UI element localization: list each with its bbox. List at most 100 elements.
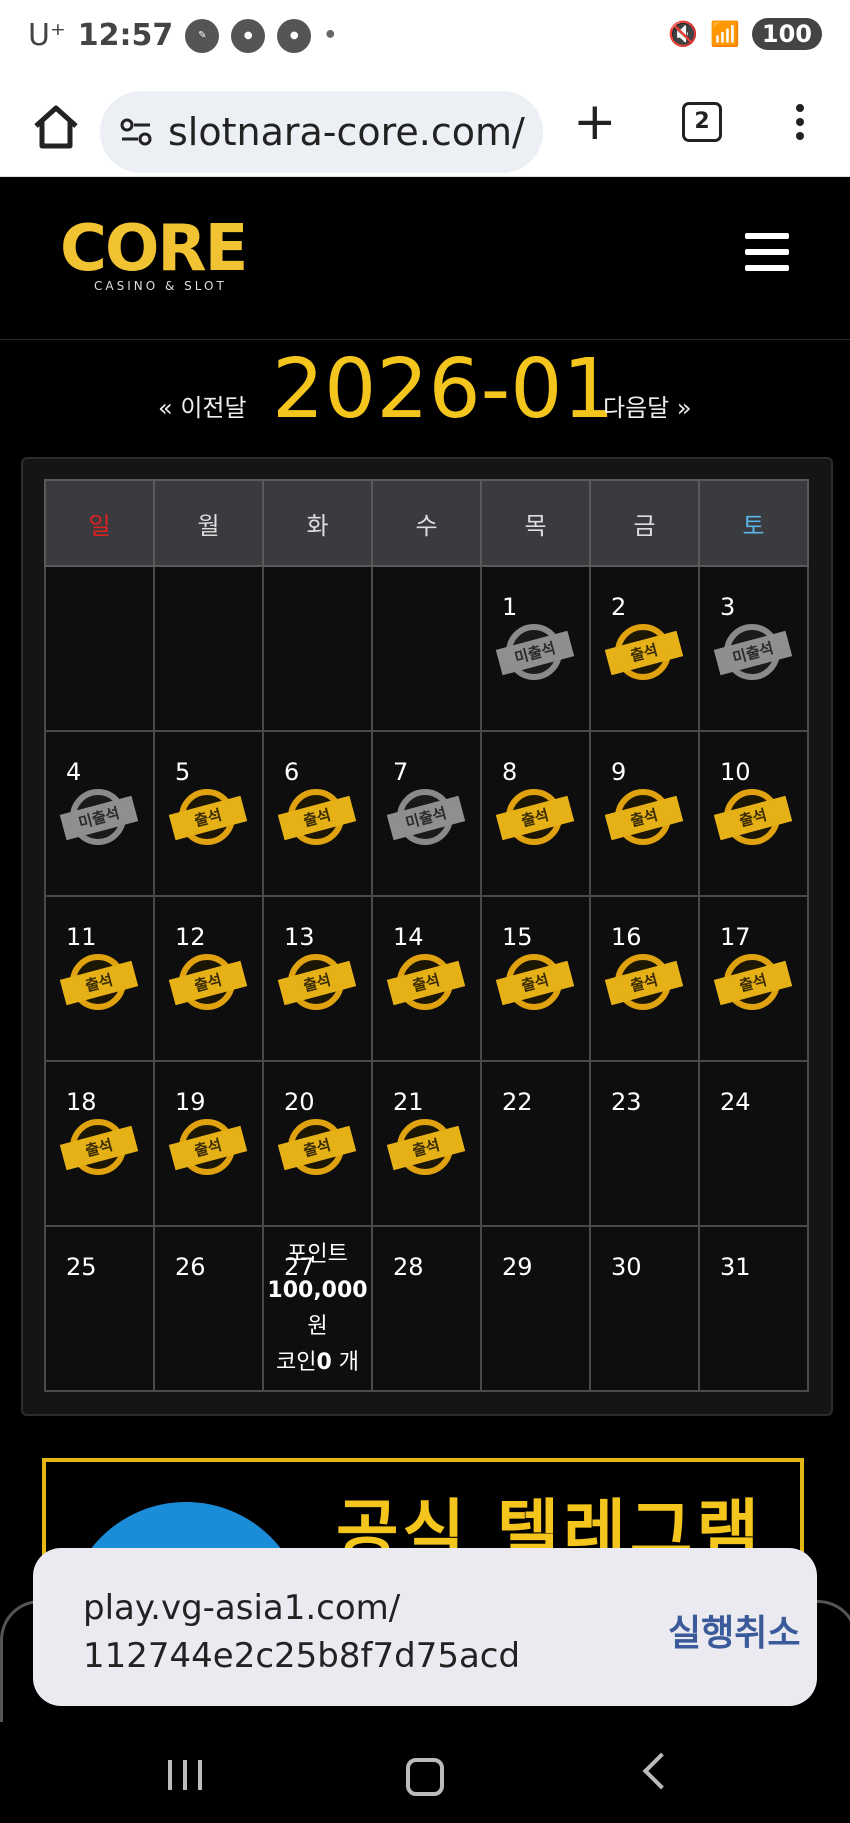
weekday-thu: 목 <box>480 479 591 567</box>
attended-stamp: 출석 <box>277 952 357 1028</box>
attended-stamp: 출석 <box>277 787 357 863</box>
url-text[interactable]: slotnara-core.com/ <box>168 110 538 154</box>
calendar-day-cell[interactable]: 28 <box>371 1225 482 1392</box>
day-number: 24 <box>720 1088 751 1116</box>
attended-stamp: 출석 <box>495 952 575 1028</box>
attended-stamp: 출석 <box>386 952 466 1028</box>
attended-stamp: 출석 <box>386 1117 466 1193</box>
calendar-day-cell[interactable]: 21 출석 <box>371 1060 482 1227</box>
day-number: 28 <box>393 1253 424 1281</box>
calendar-day-cell[interactable]: 27 포인트 100,000 원 코인0 개 <box>262 1225 373 1392</box>
home-icon[interactable] <box>28 98 84 154</box>
calendar-day-cell[interactable]: 13 출석 <box>262 895 373 1062</box>
hamburger-menu-icon[interactable] <box>745 233 789 271</box>
day-number: 13 <box>284 923 315 951</box>
attended-stamp: 출석 <box>168 1117 248 1193</box>
calendar-day-cell[interactable]: 25 <box>44 1225 155 1392</box>
calendar-day-cell[interactable]: 16 출석 <box>589 895 700 1062</box>
coin-value: 0 <box>316 1350 332 1375</box>
day-number: 15 <box>502 923 533 951</box>
calendar-day-cell[interactable]: 4 미출석 <box>44 730 155 897</box>
calendar-day-cell[interactable]: 31 <box>698 1225 809 1392</box>
day-number: 4 <box>66 758 82 786</box>
absent-stamp: 미출석 <box>713 622 793 698</box>
points-amount: 100,000 <box>264 1273 371 1309</box>
weekday-tue: 화 <box>262 479 373 567</box>
attended-stamp: 출석 <box>713 952 793 1028</box>
calendar-day-cell[interactable]: 22 <box>480 1060 591 1227</box>
month-title: 2026-01 <box>272 342 615 437</box>
points-popup: 포인트 100,000 원 코인0 개 <box>264 1237 371 1381</box>
site-header: CORE CASINO & SLOT <box>0 177 850 341</box>
calendar-day-cell[interactable]: 15 출석 <box>480 895 591 1062</box>
address-bar[interactable]: slotnara-core.com/ <box>100 91 543 173</box>
calendar-day-cell[interactable]: 23 <box>589 1060 700 1227</box>
clock: 12:57 <box>77 18 174 53</box>
home-nav-icon[interactable] <box>406 1758 444 1796</box>
day-number: 26 <box>175 1253 206 1281</box>
calendar-day-cell[interactable]: 1 미출석 <box>480 565 591 732</box>
calendar-day-cell[interactable]: 7 미출석 <box>371 730 482 897</box>
back-icon[interactable] <box>642 1752 680 1790</box>
toast-line-1: play.vg-asia1.com/ <box>83 1588 401 1628</box>
attended-stamp: 출석 <box>604 952 684 1028</box>
prev-month-link[interactable]: « 이전달 <box>158 388 247 423</box>
day-number: 5 <box>175 758 191 786</box>
day-number: 19 <box>175 1088 206 1116</box>
day-number: 21 <box>393 1088 424 1116</box>
calendar-day-cell[interactable]: 30 <box>589 1225 700 1392</box>
absent-stamp: 미출석 <box>386 787 466 863</box>
day-number: 16 <box>611 923 642 951</box>
weekday-sat: 토 <box>698 479 809 567</box>
calendar-day-cell[interactable]: 26 <box>153 1225 264 1392</box>
month-navigation: « 이전달 2026-01 다음달 » <box>0 340 850 450</box>
day-number: 17 <box>720 923 751 951</box>
status-bar: U⁺ 12:57 ✎ ● ● • 🔇 📶 100 <box>0 0 850 76</box>
calendar-day-cell[interactable]: 12 출석 <box>153 895 264 1062</box>
absent-stamp: 미출석 <box>59 787 139 863</box>
coin-unit: 개 <box>338 1350 360 1375</box>
attended-stamp: 출석 <box>168 787 248 863</box>
day-number: 9 <box>611 758 627 786</box>
calendar-day-cell[interactable]: 17 출석 <box>698 895 809 1062</box>
site-settings-icon[interactable] <box>118 114 154 150</box>
day-number: 2 <box>611 593 627 621</box>
undo-button[interactable]: 실행취소 <box>668 1604 800 1656</box>
calendar-day-cell[interactable]: 18 출석 <box>44 1060 155 1227</box>
calendar-week-row: 18 출석 19 출석 20 출석 21 출석 22 23 24 <box>44 1060 809 1227</box>
day-number: 25 <box>66 1253 97 1281</box>
calendar-day-cell[interactable]: 19 출석 <box>153 1060 264 1227</box>
calendar-day-cell[interactable]: 2 출석 <box>589 565 700 732</box>
tab-switcher-button[interactable]: 2 <box>682 102 722 142</box>
new-tab-icon[interactable]: + <box>573 96 617 148</box>
calendar-day-cell[interactable]: 8 출석 <box>480 730 591 897</box>
calendar-day-cell[interactable]: 29 <box>480 1225 591 1392</box>
calendar-day-cell[interactable]: 10 출석 <box>698 730 809 897</box>
calendar-day-cell[interactable]: 9 출석 <box>589 730 700 897</box>
calendar-day-cell[interactable]: 24 <box>698 1060 809 1227</box>
calendar-day-cell[interactable]: 6 출석 <box>262 730 373 897</box>
coin-label: 코인 <box>275 1350 317 1375</box>
site-logo[interactable]: CORE CASINO & SLOT <box>60 217 248 293</box>
calendar-day-cell[interactable]: 3 미출석 <box>698 565 809 732</box>
calendar-day-cell[interactable]: 5 출석 <box>153 730 264 897</box>
weekday-fri: 금 <box>589 479 700 567</box>
calendar-empty-cell <box>44 565 155 732</box>
logo-subtext: CASINO & SLOT <box>94 279 227 293</box>
next-month-link[interactable]: 다음달 » <box>603 388 692 423</box>
calendar-day-cell[interactable]: 14 출석 <box>371 895 482 1062</box>
calendar-grid: 일 월 화 수 목 금 토 1 미출석 2 출석 3 미출석 4 미출석 5 출석 6 출석 7 미출석 8… <box>44 479 809 1392</box>
more-menu-icon[interactable] <box>785 100 815 146</box>
app-notification-icon: ✎ <box>185 18 220 53</box>
day-number: 30 <box>611 1253 642 1281</box>
calendar-day-cell[interactable]: 11 출석 <box>44 895 155 1062</box>
recent-apps-icon[interactable] <box>168 1760 202 1790</box>
calendar-empty-cell <box>371 565 482 732</box>
attendance-calendar: 일 월 화 수 목 금 토 1 미출석 2 출석 3 미출석 4 미출석 5 출석 6 출석 7 미출석 8… <box>21 457 833 1416</box>
attended-stamp: 출석 <box>59 1117 139 1193</box>
absent-stamp: 미출석 <box>495 622 575 698</box>
day-number: 1 <box>502 593 518 621</box>
points-amount-value: 100,000 <box>267 1278 368 1303</box>
calendar-day-cell[interactable]: 20 출석 <box>262 1060 373 1227</box>
toast-line-2: 112744e2c25b8f7d75acd <box>83 1636 521 1676</box>
